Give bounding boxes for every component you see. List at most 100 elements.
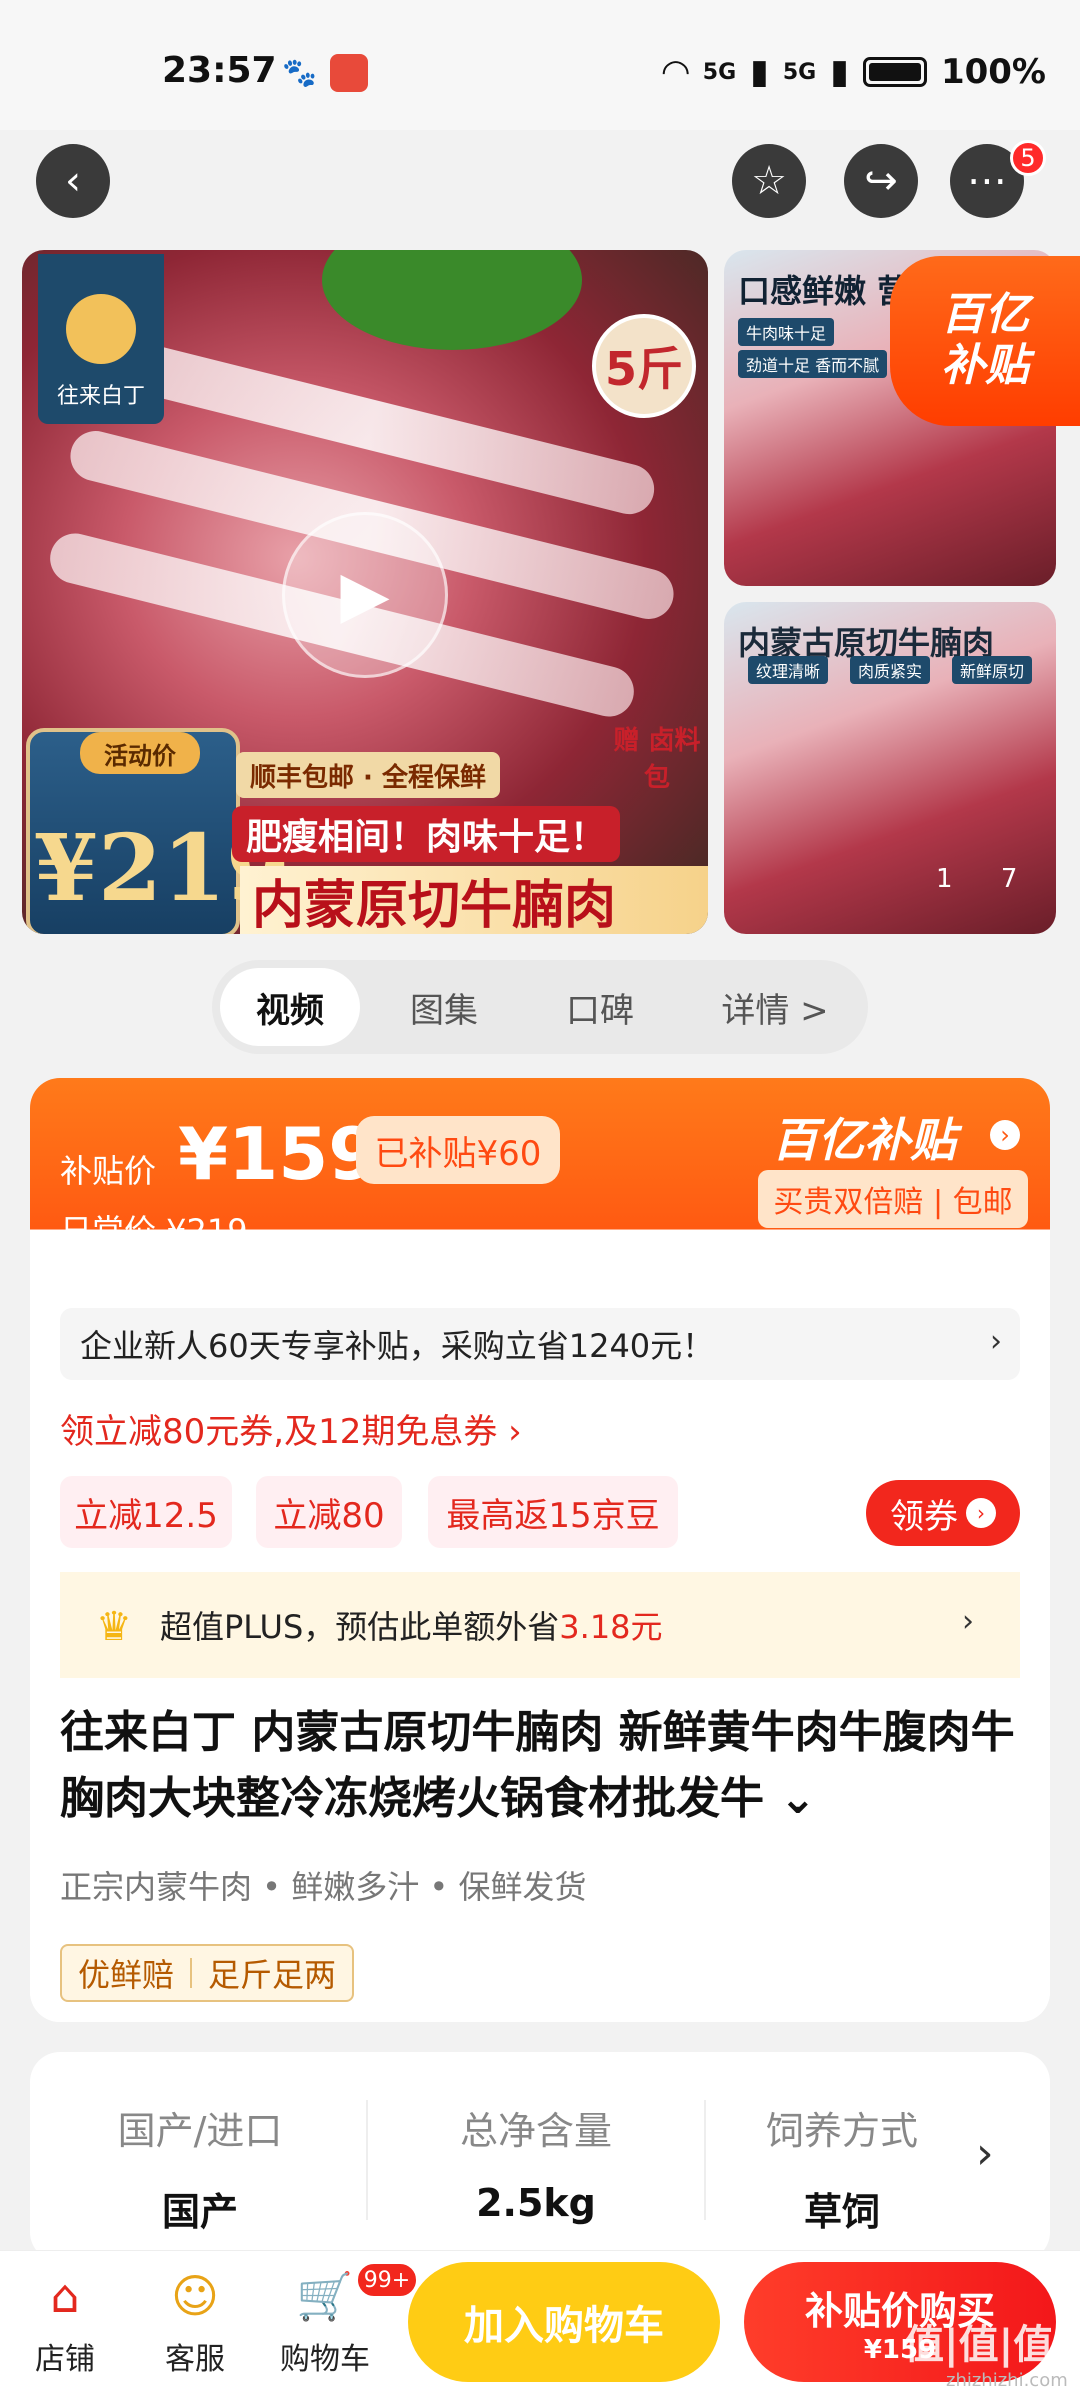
page-current: 1 (936, 864, 953, 894)
brand-logo-tag: 往来白丁 (38, 254, 164, 424)
tab-gallery[interactable]: 图集 (374, 968, 514, 1046)
get-coupon-button[interactable]: 领券 › (866, 1480, 1020, 1546)
subsidy-corner-line1: 百亿 (941, 289, 1029, 341)
customer-service-icon: ☺ (171, 2269, 219, 2323)
signal-bars-icon-1: ▮ (750, 52, 769, 92)
guarantee-tag: 足斤足两 (208, 1956, 337, 1994)
signal-icon-2: 5G (782, 59, 817, 85)
get-coupon-label: 领券 (890, 1496, 958, 1537)
tab-reviews[interactable]: 口碑 (530, 968, 670, 1046)
chevron-right-icon[interactable]: › (990, 1120, 1020, 1150)
spec-feeding: 饲养方式 草饲 (722, 2100, 962, 2236)
chevron-right-icon: › (966, 1498, 996, 1528)
subsidy-saved-badge: 已补贴¥60 (356, 1116, 560, 1184)
gift-tag: 赠 卤料包 (613, 726, 701, 793)
share-icon: ↪ (864, 158, 898, 204)
back-button[interactable]: ‹ (36, 144, 110, 218)
plus-savings-text: 超值PLUS，预估此单额外省 (160, 1608, 560, 1646)
discount-chip[interactable]: 立减80 (256, 1476, 402, 1548)
status-time: 23:57 (162, 50, 277, 91)
tab-video[interactable]: 视频 (220, 968, 360, 1046)
product-detail-page: 23:57 🐾 ◠ 5G ▮ 5G ▮ 100% ‹ ☆ ↪ ⋯ 5 往来白丁 (0, 0, 1080, 2400)
page-total: 7 (1000, 864, 1018, 894)
spec-value: 国产 (161, 2190, 238, 2234)
status-indicators: ◠ 5G ▮ 5G ▮ 100% (663, 52, 1046, 92)
video-play-button[interactable]: ▶ (282, 512, 448, 678)
thumb-chip: 劲道十足 香而不腻 (738, 350, 888, 378)
shipping-strip: 顺丰包邮 · 全程保鲜 (236, 752, 500, 798)
shop-icon: ⌂ (50, 2269, 80, 2323)
product-title[interactable]: 往来白丁 内蒙古原切牛腩肉 新鲜黄牛肉牛腹肉牛胸肉大块整冷冻烧烤火锅食材批发牛 … (60, 1700, 1020, 1832)
battery-percent: 100% (940, 52, 1046, 92)
spec-net-weight: 总净含量 2.5kg (386, 2100, 686, 2225)
billion-subsidy-corner-badge: 百亿 补贴 (890, 256, 1080, 426)
enterprise-subsidy-row[interactable]: 企业新人60天专享补贴，采购立省1240元！ (60, 1308, 1020, 1380)
thumb-chip: 纹理清晰 (748, 656, 829, 684)
guarantee-tag: 优鲜赔 (78, 1956, 175, 1994)
herb-decoration (322, 250, 582, 350)
spec-label: 饲养方式 (765, 2109, 918, 2153)
chevron-left-icon: ‹ (65, 158, 81, 204)
enterprise-subsidy-text: 企业新人60天专享补贴，采购立省1240元！ (80, 1327, 715, 1365)
tab-details[interactable]: 详情 > (690, 968, 860, 1046)
share-button[interactable]: ↪ (844, 144, 918, 218)
cart-count-badge: 99+ (356, 2262, 418, 2298)
spec-label: 国产/进口 (117, 2109, 283, 2153)
subsidy-price: ¥159 (178, 1112, 379, 1196)
signal-icon-1: 5G (702, 59, 737, 85)
divider (704, 2100, 706, 2220)
daily-price: 日常价 ¥219 (60, 1212, 248, 1250)
more-dots-icon: ⋯ (967, 158, 1007, 204)
bull-logo-icon (66, 294, 136, 364)
thumb-chip: 肉质紧实 (850, 656, 931, 684)
plus-savings-row[interactable]: 超值PLUS，预估此单额外省 3.18元 (60, 1572, 1020, 1678)
shop-button[interactable]: ⌂ 店铺 (10, 2268, 120, 2378)
thumb-chip: 新鲜原切 (952, 656, 1033, 684)
activity-price-label: 活动价 (80, 732, 200, 774)
subsidy-corner-line2: 补贴 (941, 340, 1029, 391)
discount-chip[interactable]: 立减12.5 (60, 1476, 232, 1548)
spec-value: 2.5kg (476, 2181, 596, 2225)
site-watermark-url: zhizhizhi.com (946, 2370, 1068, 2391)
slogan-banner: 肥瘦相间！肉味十足！ (232, 806, 621, 862)
app-notification-icon (330, 54, 368, 92)
cart-label: 购物车 (280, 2342, 370, 2377)
crown-icon: ♛ (96, 1604, 132, 1650)
weight-badge: 5斤 (592, 314, 696, 418)
subsidy-price-label: 补贴价 (60, 1152, 157, 1190)
star-icon: ☆ (751, 158, 787, 204)
play-icon: ▶ (340, 558, 390, 632)
site-watermark: 值|值|值 (904, 2322, 1054, 2368)
banner-title: 内蒙原切牛腩肉 (240, 866, 708, 934)
spec-value: 草饲 (803, 2190, 880, 2234)
signal-bars-icon-2: ▮ (830, 52, 849, 92)
service-label: 客服 (165, 2342, 225, 2377)
chevron-right-icon: › (990, 1324, 1002, 1359)
spec-origin: 国产/进口 国产 (50, 2100, 350, 2236)
chevron-right-icon[interactable]: › (976, 2128, 994, 2179)
baidu-paw-icon: 🐾 (282, 56, 317, 89)
jingdou-chip[interactable]: 最高返15京豆 (428, 1476, 678, 1548)
coupon-link[interactable]: 领立减80元券,及12期免息券 › (60, 1404, 522, 1453)
shop-label: 店铺 (35, 2342, 95, 2377)
service-guarantee-tags[interactable]: 优鲜赔 足斤足两 (60, 1944, 355, 2002)
chevron-right-icon: › (962, 1604, 974, 1639)
cart-icon: 🛒 (296, 2268, 354, 2323)
gallery-page-indicator: 1 7 (936, 864, 1017, 894)
plus-savings-amount: 3.18元 (559, 1608, 663, 1646)
spec-label: 总净含量 (459, 2109, 612, 2153)
add-to-cart-button[interactable]: 加入购物车 (408, 2262, 720, 2382)
battery-icon (862, 57, 927, 87)
thumb-chip: 牛肉味十足 (738, 318, 835, 346)
divider (366, 2100, 368, 2220)
status-bar: 23:57 🐾 ◠ 5G ▮ 5G ▮ 100% (0, 0, 1080, 130)
favorite-button[interactable]: ☆ (732, 144, 806, 218)
message-badge: 5 (1010, 140, 1046, 176)
main-product-image[interactable]: 往来白丁 5斤 ▶ 赠 卤料包 活动价 ¥219 顺丰包邮 · 全程保鲜 肥瘦相… (22, 250, 708, 934)
billion-subsidy-logo[interactable]: 百亿补贴 (772, 1104, 956, 1170)
price-guarantee[interactable]: 买贵双倍赔 | 包邮 (758, 1170, 1028, 1228)
wifi-icon: ◠ (662, 52, 689, 92)
customer-service-button[interactable]: ☺ 客服 (140, 2268, 250, 2378)
selling-points: 正宗内蒙牛肉 • 鲜嫩多汁 • 保鲜发货 (60, 1868, 587, 1906)
brand-name: 往来白丁 (56, 384, 145, 409)
